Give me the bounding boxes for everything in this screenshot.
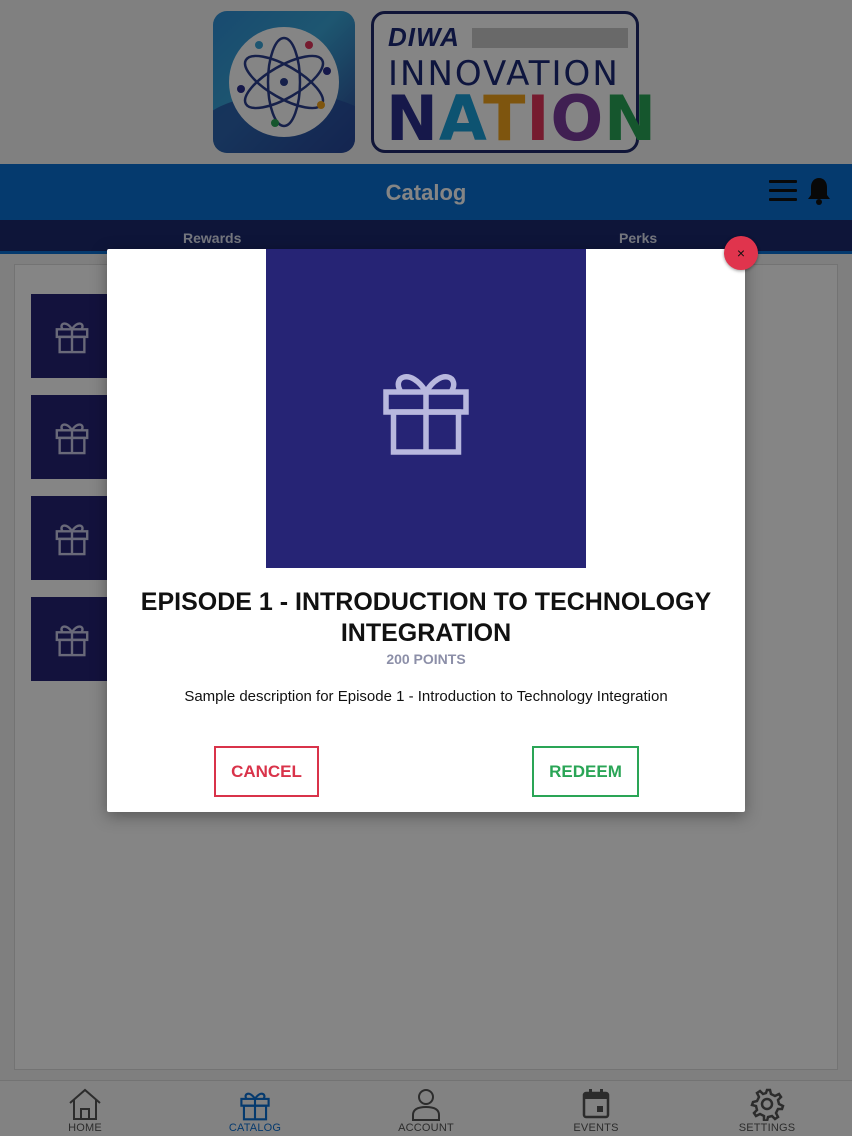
- redeem-dialog: EPISODE 1 - INTRODUCTION TO TECHNOLOGY I…: [107, 249, 745, 812]
- reward-title: EPISODE 1 - INTRODUCTION TO TECHNOLOGY I…: [140, 588, 712, 647]
- close-icon[interactable]: ×: [724, 236, 758, 270]
- reward-points: 200 POINTS: [386, 651, 466, 667]
- cancel-button[interactable]: CANCEL: [214, 746, 319, 797]
- gift-icon: [383, 374, 469, 455]
- redeem-button[interactable]: REDEEM: [532, 746, 639, 797]
- reward-image: [266, 249, 586, 568]
- reward-description: Sample description for Episode 1 - Intro…: [184, 688, 668, 705]
